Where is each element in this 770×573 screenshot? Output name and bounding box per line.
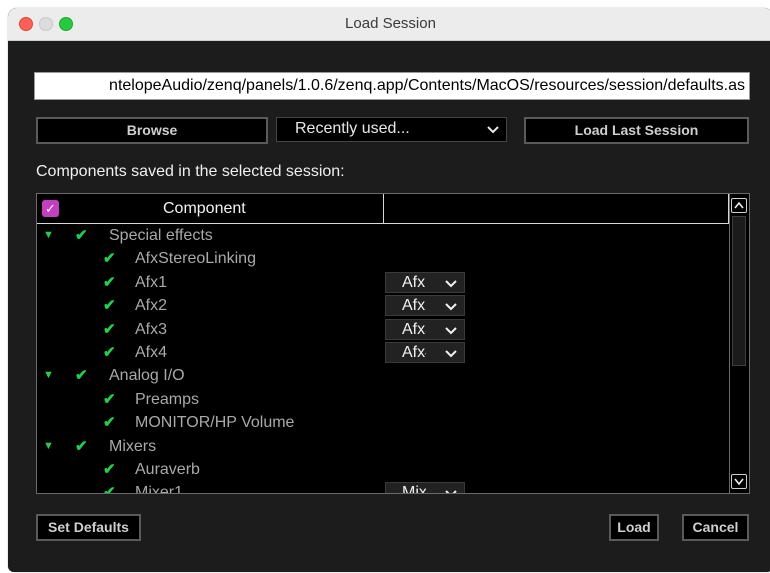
scroll-up-button[interactable] [731, 198, 747, 213]
tree-row-label: Afx3 [135, 320, 168, 338]
recently-used-value: Recently used... [295, 120, 410, 137]
expand-triangle-icon[interactable]: ▼ [43, 435, 54, 458]
tree-row-label: Afx1 [135, 273, 168, 291]
tree-item-row[interactable]: ✔ Afx2 [37, 294, 384, 317]
tree-row-label: Afx4 [135, 344, 168, 361]
preset-select[interactable]: Afx3 [385, 318, 465, 340]
chevron-down-icon [486, 118, 500, 147]
titlebar: Load Session [8, 8, 770, 41]
select-all-checkbox[interactable]: ✓ [42, 200, 59, 217]
scroll-down-button[interactable] [731, 474, 747, 489]
preset-select[interactable]: Afx2 [385, 295, 465, 317]
preset-select[interactable]: Mixer1 [385, 482, 465, 494]
chevron-down-icon [444, 320, 458, 339]
load-session-window: Load Session ntelopeAudio/zenq/panels/1.… [8, 8, 770, 572]
tree-group-row[interactable]: ▼ ✔ Mixers [37, 435, 384, 458]
session-path-field[interactable]: ntelopeAudio/zenq/panels/1.0.6/zenq.app/… [34, 72, 750, 100]
checkmark-icon[interactable]: ✔ [103, 388, 116, 411]
checkmark-icon[interactable]: ✔ [103, 294, 116, 317]
chevron-down-icon [444, 273, 458, 292]
preset-select[interactable]: Afx1 [385, 271, 465, 293]
chevron-down-icon [444, 343, 458, 362]
checkmark-icon[interactable]: ✔ [103, 341, 116, 364]
component-header-label: Component [163, 200, 246, 217]
components-label: Components saved in the selected session… [36, 163, 345, 180]
recently-used-select[interactable]: Recently used... [276, 117, 507, 142]
tree-item-row[interactable]: ✔ Preamps [37, 388, 384, 411]
preset-select-value: Afx4 [402, 344, 426, 361]
preset-select-value: Afx2 [402, 297, 426, 315]
window-title: Load Session [345, 15, 436, 32]
cancel-button[interactable]: Cancel [682, 514, 749, 541]
tree-item-row[interactable]: ✔ Afx3 [37, 318, 384, 341]
preset-select-value: Mixer1 [402, 484, 426, 494]
scrollbar-thumb[interactable] [732, 216, 746, 366]
tree-item-row[interactable]: ✔ Mixer1 [37, 481, 384, 494]
chevron-down-icon [444, 296, 458, 315]
checkmark-icon[interactable]: ✔ [75, 435, 88, 458]
checkmark-icon[interactable]: ✔ [103, 271, 116, 294]
load-button[interactable]: Load [609, 514, 659, 541]
tree-scrollbar[interactable] [729, 194, 749, 493]
tree-row-label: Afx2 [135, 297, 168, 315]
column-header-value[interactable] [384, 194, 729, 224]
preset-select[interactable]: Afx4 [385, 342, 465, 363]
checkmark-icon[interactable]: ✔ [75, 224, 88, 247]
tree-item-row[interactable]: ✔ Auraverb [37, 458, 384, 481]
checkmark-icon[interactable]: ✔ [103, 411, 116, 434]
session-path-value: ntelopeAudio/zenq/panels/1.0.6/zenq.app/… [109, 77, 745, 94]
tree-row-label: Mixers [109, 437, 157, 455]
tree-row-label: MONITOR/HP Volume [135, 414, 295, 432]
tree-group-row[interactable]: ▼ ✔ Analog I/O [37, 364, 384, 387]
tree-row-label: Preamps [135, 390, 200, 408]
chevron-down-icon [444, 483, 458, 493]
expand-triangle-icon[interactable]: ▼ [43, 224, 54, 247]
checkmark-icon[interactable]: ✔ [75, 364, 88, 387]
checkmark-icon[interactable]: ✔ [103, 458, 116, 481]
set-defaults-button[interactable]: Set Defaults [36, 514, 141, 541]
checkmark-icon[interactable]: ✔ [103, 318, 116, 341]
tree-item-row[interactable]: ✔ Afx4 [37, 341, 384, 364]
expand-triangle-icon[interactable]: ▼ [43, 364, 54, 387]
preset-select-value: Afx1 [402, 273, 426, 291]
browse-button[interactable]: Browse [36, 117, 268, 144]
tree-row-label: Mixer1 [135, 484, 184, 494]
checkmark-icon[interactable]: ✔ [103, 247, 116, 270]
load-last-session-button[interactable]: Load Last Session [524, 117, 749, 144]
checkmark-icon[interactable]: ✔ [103, 481, 116, 493]
tree-row-label: AfxStereoLinking [135, 250, 256, 268]
column-header-component[interactable]: ✓ Component [37, 194, 384, 224]
components-tree[interactable]: ✓ Component ▼ ✔ Special effects ✔ AfxStereoL… [36, 193, 750, 494]
preset-select-value: Afx3 [402, 320, 426, 338]
tree-group-row[interactable]: ▼ ✔ Special effects [37, 224, 384, 247]
tree-item-row[interactable]: ✔ Afx1 [37, 271, 384, 294]
tree-row-label: Analog I/O [109, 367, 185, 385]
tree-row-label: Special effects [109, 227, 213, 244]
tree-item-row[interactable]: ✔ MONITOR/HP Volume [37, 411, 384, 434]
tree-item-row[interactable]: ✔ AfxStereoLinking [37, 247, 384, 270]
tree-row-label: Auraverb [135, 461, 200, 478]
